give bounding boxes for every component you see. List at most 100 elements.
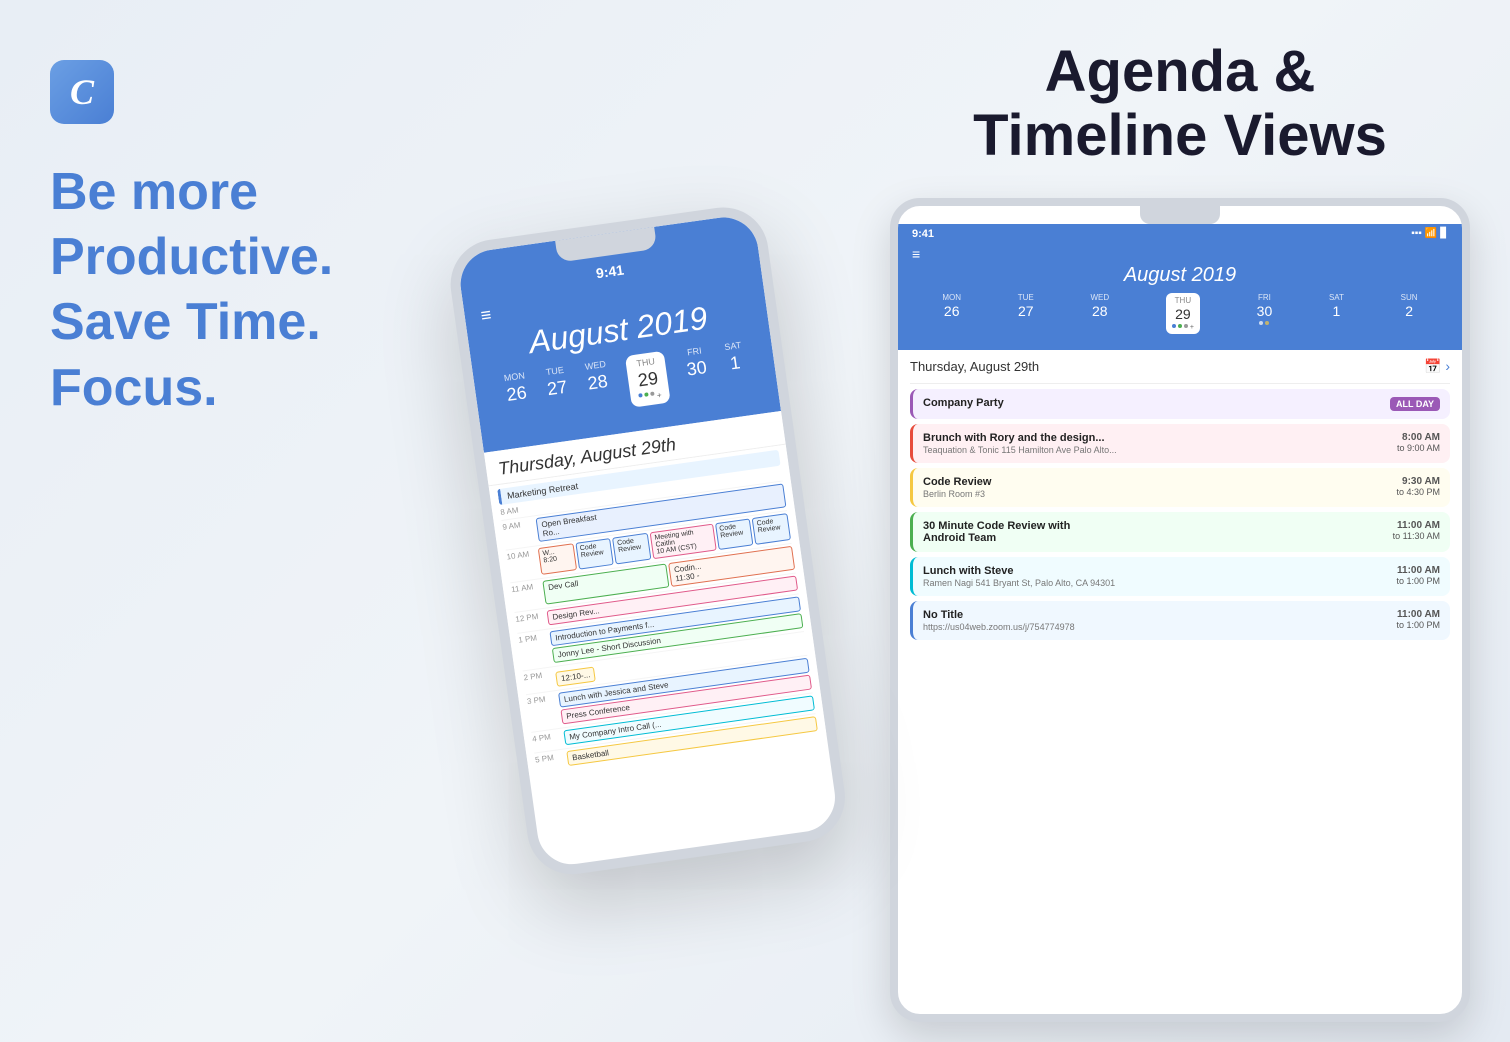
dot-3 [650,391,655,396]
event-info: Brunch with Rory and the design... Teaqu… [923,432,1117,455]
middle-panel: 9:41 ≡ August 2019 MON 26 TUE 27 WED 28 [430,0,860,1042]
event-time: 11:00 AM to 11:30 AM [1393,520,1440,541]
logo-letter: C [70,71,94,113]
event-start-time: 11:00 AM [1396,609,1440,620]
event-end-time: to 9:00 AM [1397,443,1440,453]
event-brunch-rory[interactable]: Brunch with Rory and the design... Teaqu… [910,424,1450,463]
phone-header-small: 9:41 ▪▪▪ 📶 ▊ ≡ August 2019 MON 26 TUE 27 [898,224,1462,350]
agenda-date-text: Thursday, August 29th [910,359,1039,374]
small-day-thu-selected[interactable]: THU 29 + [1166,293,1200,334]
dot-1 [639,393,644,398]
day-col-fri[interactable]: FRI 30 [684,345,711,399]
event-no-title[interactable]: No Title https://us04web.zoom.us/j/75477… [910,601,1450,640]
event-info: 30 Minute Code Review withAndroid Team [923,520,1070,544]
day-col-thu-selected[interactable]: THU 29 + [625,351,671,408]
event-title: Code Review [923,476,991,488]
day-label: SAT [724,340,742,352]
event-company-party[interactable]: Company Party ALL DAY [910,389,1450,419]
title-line-1: Agenda & [1045,39,1316,104]
day-dots: + [639,390,663,402]
signal-icon: ▪▪▪ [1411,228,1422,239]
time-9am: 9 AM [502,519,533,547]
event-subtitle: Teaquation & Tonic 115 Hamilton Ave Palo… [923,445,1117,455]
small-day-wed[interactable]: WED 28 [1090,293,1109,334]
small-day-fri[interactable]: FRI 30 [1257,293,1273,334]
phone-time-small: 9:41 [912,228,934,240]
day-label-thu: THU [1175,296,1191,305]
dot-2-fri [1265,321,1269,325]
day-label-sun: SUN [1401,293,1418,302]
event-title: Lunch with Steve [923,565,1115,577]
phone-menu-small[interactable]: ≡ [912,246,1448,262]
day-label: WED [584,359,606,372]
day-col-mon[interactable]: MON 26 [503,370,531,424]
event-code-review[interactable]: Code Review Berlin Room #3 9:30 AM to 4:… [910,468,1450,507]
day-label-mon: MON [942,293,961,302]
code-review-3[interactable]: CodeReview [715,518,754,550]
day-label: MON [503,370,525,383]
event-start-time: 11:00 AM [1396,565,1440,576]
day-label-sat: SAT [1329,293,1344,302]
event-title: Company Party [923,397,1004,409]
event-title: 30 Minute Code Review withAndroid Team [923,520,1070,544]
small-day-sun[interactable]: SUN 2 [1401,293,1418,334]
day-col-wed[interactable]: WED 28 [584,359,612,413]
day-num: 27 [546,377,569,401]
small-day-tue[interactable]: TUE 27 [1018,293,1034,334]
dot-plus: + [1190,324,1194,331]
day-label: TUE [545,365,564,377]
time-grid: Marketing Retreat 8 AM 9 AM Open Breakfa… [489,445,827,776]
call-event[interactable]: 12:10-... [555,666,596,686]
day-num-thu: 29 [1175,306,1191,322]
time-10am: 10 AM [506,549,537,580]
work-event[interactable]: W...8:20 [538,543,577,575]
event-title: No Title [923,609,1075,621]
day-num: 28 [586,371,609,395]
event-start-time: 11:00 AM [1393,520,1440,531]
time-1pm: 1 PM [518,632,550,668]
small-day-sat[interactable]: SAT 1 [1329,293,1344,334]
phone-large: 9:41 ≡ August 2019 MON 26 TUE 27 WED 28 [445,202,851,880]
dot-2 [645,392,650,397]
code-review-1[interactable]: CodeReview [575,538,614,570]
event-end-time: to 1:00 PM [1396,620,1440,630]
dot-gray [1184,324,1188,328]
dots-thu: + [1172,324,1194,331]
day-num: 26 [505,382,528,406]
event-info: Lunch with Steve Ramen Nagi 541 Bryant S… [923,565,1115,588]
event-end-time: to 1:00 PM [1396,576,1440,586]
event-info: Code Review Berlin Room #3 [923,476,991,499]
tagline-line-3: Save Time. [50,294,380,351]
right-title: Agenda & Timeline Views [890,40,1470,168]
event-lunch-steve[interactable]: Lunch with Steve Ramen Nagi 541 Bryant S… [910,557,1450,596]
event-info: Company Party [923,397,1004,409]
dot-green [1178,324,1182,328]
time-8am: 8 AM [500,504,529,517]
left-panel: C Be more Productive. Save Time. Focus. [0,0,430,1042]
time-12pm: 12 PM [515,611,545,630]
event-subtitle: Berlin Room #3 [923,489,991,499]
event-end-time: to 11:30 AM [1393,531,1440,541]
day-label-wed: WED [1090,293,1109,302]
event-title: Brunch with Rory and the design... [923,432,1117,444]
code-review-2[interactable]: CodeReview [612,533,651,565]
day-col-tue[interactable]: TUE 27 [544,365,571,419]
right-panel: Agenda & Timeline Views 9:41 ▪▪▪ 📶 ▊ ≡ A… [860,0,1510,1042]
event-30min-code-review[interactable]: 30 Minute Code Review withAndroid Team 1… [910,512,1450,552]
phone-month-small: August 2019 [912,264,1448,287]
tagline-line-1: Be more [50,164,380,221]
day-num-fri: 30 [1257,303,1273,319]
battery-icon: ▊ [1440,228,1448,239]
small-day-mon[interactable]: MON 26 [942,293,961,334]
day-num: 29 [637,368,660,392]
calendar-icon[interactable]: 📅 › [1424,358,1450,375]
code-review-4[interactable]: CodeReview [752,513,791,545]
time-3pm: 3 PM [526,693,558,729]
time-5pm: 5 PM [535,752,565,771]
tagline-block: Be more Productive. Save Time. Focus. [50,164,380,425]
day-label: FRI [686,346,702,358]
day-col-sat[interactable]: SAT 1 [724,340,748,394]
time-4pm: 4 PM [532,731,562,750]
agenda-section: Thursday, August 29th 📅 › Company Party … [898,350,1462,640]
day-num-tue: 27 [1018,303,1034,319]
